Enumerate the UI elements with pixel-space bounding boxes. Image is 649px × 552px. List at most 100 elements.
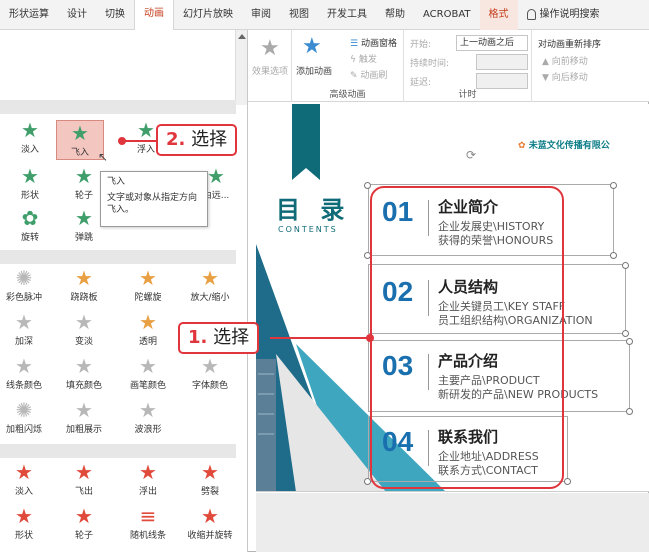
fade-label: 淡入 (20, 145, 39, 155)
annotation-connector-2 (122, 140, 158, 142)
annotation-frame (370, 186, 564, 489)
move-later-button[interactable]: ▼ 向后移动 (542, 70, 588, 83)
tab-design[interactable]: 设计 (58, 0, 96, 30)
emphasis-fill-color[interactable]: ★ 填充颜色 (54, 354, 114, 398)
resize-handle[interactable] (622, 330, 629, 337)
wave-icon: ★ (139, 398, 157, 422)
rotate-handle-icon[interactable]: ⟳ (466, 148, 476, 162)
animation-pane-button[interactable]: ☰ 动画窗格 (350, 36, 397, 49)
spin-icon: ✿ (21, 206, 39, 230)
emphasis-bold-reveal[interactable]: ★ 加粗展示 (54, 398, 114, 442)
emphasis-color-pulse[interactable]: ✺ 彩色脉冲 (0, 266, 54, 310)
duration-field[interactable] (476, 54, 528, 70)
exit-split[interactable]: ★ 劈裂 (180, 460, 240, 504)
resize-handle[interactable] (364, 182, 371, 189)
emphasis-brush-color[interactable]: ★ 画笔颜色 (118, 354, 178, 398)
resize-handle[interactable] (564, 478, 571, 485)
company-name-text: 未蓝文化传播有限公 (528, 141, 610, 151)
animation-painter-button[interactable]: ✎ 动画刷 (350, 68, 387, 81)
brush-color-label: 画笔颜色 (129, 381, 166, 391)
bold-reveal-label: 加粗展示 (65, 425, 102, 435)
shrink-turn-icon: ★ (201, 504, 219, 528)
exit-fade[interactable]: ★ 淡入 (0, 460, 54, 504)
annotation-step-1: 1. 选择 (178, 322, 260, 354)
emphasis-font-color[interactable]: ★ 字体颜色 (180, 354, 240, 398)
tab-review[interactable]: 审阅 (242, 0, 280, 30)
reorder-group: 对动画重新排序 ▲ 向前移动 ▼ 向后移动 (532, 30, 649, 102)
exit-float-out[interactable]: ★ 浮出 (118, 460, 178, 504)
annotation-step-1-number: 1. (188, 327, 208, 348)
add-animation-button[interactable]: ★ (302, 36, 322, 58)
tab-transitions[interactable]: 切换 (96, 0, 134, 30)
resize-handle[interactable] (626, 338, 633, 345)
exit-fade-label: 淡入 (14, 487, 33, 497)
company-logo-icon: ✿ (518, 141, 526, 151)
split-label: 劈裂 (200, 487, 219, 497)
effect-options-button[interactable]: ★ (260, 38, 280, 60)
tab-shape-ops[interactable]: 形状运算 (0, 0, 58, 30)
slide-subtitle[interactable]: CONTENTS (278, 225, 338, 234)
entrance-fly-in[interactable]: ★ 飞入 (56, 120, 104, 160)
exit-random-bars[interactable]: ≡ 随机线条 (118, 504, 178, 548)
tell-me-search[interactable]: 操作说明搜索 (518, 0, 609, 30)
lighten-icon: ★ (75, 310, 93, 334)
emphasis-bold-flash[interactable]: ✺ 加粗闪烁 (0, 398, 54, 442)
entrance-spin[interactable]: ✿ 旋转 (0, 206, 60, 250)
lightbulb-icon (526, 9, 536, 20)
emphasis-spin[interactable]: ★ 陀螺旋 (118, 266, 178, 310)
exit-shrink-turn[interactable]: ★ 收缩并旋转 (180, 504, 240, 548)
annotation-dot-2 (118, 137, 126, 145)
entrance-fade[interactable]: ★ 淡入 (0, 118, 60, 162)
tab-animations[interactable]: 动画 (134, 0, 174, 30)
slide-title[interactable]: 目 录 (276, 190, 350, 225)
exit-wheel[interactable]: ★ 轮子 (54, 504, 114, 548)
exit-shape[interactable]: ★ 形状 (0, 504, 54, 548)
tab-developer[interactable]: 开发工具 (318, 0, 376, 30)
exit-section-header (0, 444, 236, 458)
tab-help[interactable]: 帮助 (376, 0, 414, 30)
resize-handle[interactable] (610, 182, 617, 189)
start-dropdown[interactable]: 上一动画之后 (456, 35, 528, 51)
resize-handle[interactable] (622, 262, 629, 269)
tooltip-body: 文字或对象从指定方向飞入。 (107, 193, 198, 215)
emphasis-wave[interactable]: ★ 波浪形 (118, 398, 178, 442)
timing-group-label: 计时 (458, 90, 477, 100)
font-color-icon: ★ (201, 354, 219, 378)
exit-fly-out[interactable]: ★ 飞出 (54, 460, 114, 504)
entrance-section-header (0, 100, 236, 114)
emphasis-grow-shrink[interactable]: ★ 放大/缩小 (180, 266, 240, 310)
add-animation-label: 添加动画 (296, 67, 333, 77)
float-out-label: 浮出 (138, 487, 157, 497)
tab-format[interactable]: 格式 (479, 0, 518, 30)
resize-handle[interactable] (626, 408, 633, 415)
ribbon-body: ★ 效果选项 ★ 添加动画 ☰ 动画窗格 ϟ 触发 ✎ 动画刷 高级动画 开始:… (248, 30, 649, 102)
emphasis-darken[interactable]: ★ 加深 (0, 310, 54, 354)
add-animation-star-icon: ★ (302, 34, 322, 59)
tab-acrobat[interactable]: ACROBAT (414, 0, 480, 30)
entrance-shape[interactable]: ★ 形状 (0, 164, 60, 208)
emphasis-teeter[interactable]: ★ 跷跷板 (54, 266, 114, 310)
tab-view[interactable]: 视图 (280, 0, 318, 30)
tab-slideshow[interactable]: 幻灯片放映 (174, 0, 242, 30)
fly-out-label: 飞出 (74, 487, 93, 497)
fly-in-label: 飞入 (70, 148, 89, 158)
line-color-icon: ★ (15, 354, 33, 378)
exit-wheel-label: 轮子 (74, 531, 93, 541)
annotation-step-1-text: 选择 (213, 327, 250, 348)
move-earlier-button[interactable]: ▲ 向前移动 (542, 54, 588, 67)
trigger-button[interactable]: ϟ 触发 (350, 52, 377, 65)
emphasis-transparency[interactable]: ★ 透明 (118, 310, 178, 354)
exit-shape-label: 形状 (14, 531, 33, 541)
painter-icon: ✎ (350, 71, 358, 81)
emphasis-section-header (0, 250, 236, 264)
darken-label: 加深 (14, 337, 33, 347)
company-name[interactable]: ✿ 未蓝文化传播有限公 (518, 138, 610, 151)
emphasis-line-color[interactable]: ★ 线条颜色 (0, 354, 54, 398)
emphasis-lighten[interactable]: ★ 变淡 (54, 310, 114, 354)
spin-emphasis-label: 陀螺旋 (134, 293, 162, 303)
lighten-label: 变淡 (74, 337, 93, 347)
mouse-cursor-icon: ↖ (98, 150, 109, 164)
font-color-label: 字体颜色 (191, 381, 228, 391)
gallery-scrollbar[interactable] (235, 30, 247, 105)
resize-handle[interactable] (610, 252, 617, 259)
